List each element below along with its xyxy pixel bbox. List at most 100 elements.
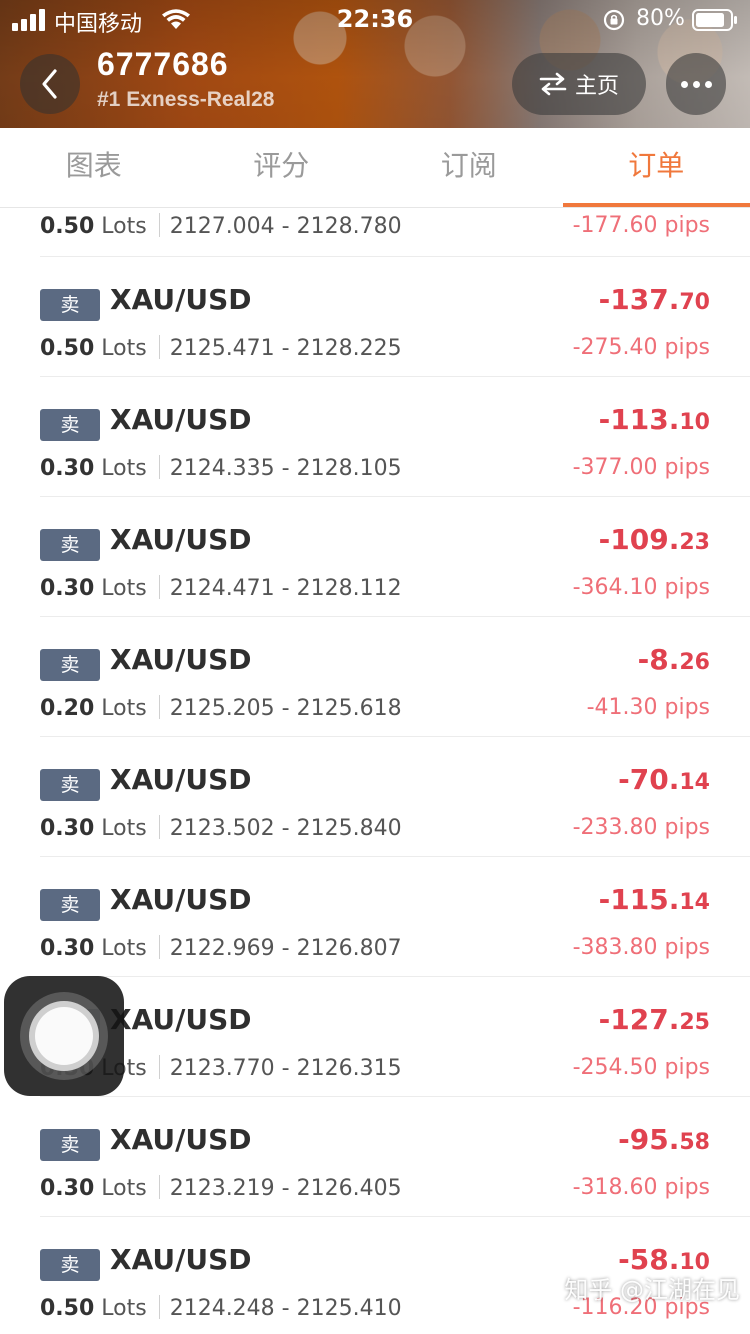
order-lots: 0.30 [40, 936, 95, 961]
sell-badge: 卖 [40, 889, 100, 921]
order-profit: -70.14 [618, 763, 710, 796]
order-lots-line: 0.50 Lots 2124.248 - 2125.410 [40, 1295, 402, 1321]
order-price-range: 2124.471 - 2128.112 [169, 576, 402, 601]
tab-subscribe[interactable]: 订阅 [375, 128, 563, 207]
order-price-range: 2123.502 - 2125.840 [169, 816, 402, 841]
order-pips: -177.60 pips [572, 213, 710, 238]
order-lots: 0.30 [40, 816, 95, 841]
divider [158, 1055, 160, 1079]
order-pips: -233.80 pips [572, 815, 710, 840]
order-lots-line: 0.50 Lots 2127.004 - 2128.780 [40, 213, 402, 239]
more-options-button[interactable] [666, 53, 726, 115]
tab-chart[interactable]: 图表 [0, 128, 188, 207]
order-symbol: XAU/USD [110, 283, 252, 316]
sell-badge: 卖 [40, 289, 100, 321]
order-lots-line: 0.30 Lots 2123.502 - 2125.840 [40, 815, 402, 841]
orders-list[interactable]: 0.50 Lots 2127.004 - 2128.780 -177.60 pip… [0, 209, 750, 1334]
order-lots-line: 0.20 Lots 2125.205 - 2125.618 [40, 695, 402, 721]
order-lots: 0.30 [40, 1176, 95, 1201]
order-pips: -318.60 pips [572, 1175, 710, 1200]
order-price-range: 2125.471 - 2128.225 [169, 336, 402, 361]
order-lots-line: 0.30 Lots 2124.471 - 2128.112 [40, 575, 402, 601]
order-profit: -113.10 [599, 403, 710, 436]
order-pips: -41.30 pips [586, 695, 710, 720]
order-lots-line: 0.30 Lots 2122.969 - 2126.807 [40, 935, 402, 961]
chevron-left-icon [42, 69, 57, 99]
battery-icon [692, 9, 737, 31]
nav-bar: 6777686 #1 Exness-Real28 主页 [0, 40, 750, 128]
home-switch-button[interactable]: 主页 [512, 53, 646, 115]
order-symbol: XAU/USD [110, 643, 252, 676]
order-profit: -137.70 [599, 283, 710, 316]
order-row[interactable]: 卖 XAU/USD -109.23 0.30 Lots 2124.471 - 2128.… [0, 497, 750, 617]
order-profit: -8.26 [638, 643, 710, 676]
order-symbol: XAU/USD [110, 883, 252, 916]
order-lots-line: 0.50 Lots 2125.471 - 2128.225 [40, 335, 402, 361]
swap-arrows-icon [539, 72, 567, 96]
assistive-touch-button[interactable] [4, 976, 124, 1096]
order-price-range: 2123.219 - 2126.405 [169, 1176, 402, 1201]
order-symbol: XAU/USD [110, 1243, 252, 1276]
order-profit-integer: -70. [618, 763, 680, 796]
sell-badge: 卖 [40, 409, 100, 441]
divider [158, 575, 160, 599]
divider [158, 213, 160, 237]
rotation-lock-icon [603, 9, 625, 31]
order-profit-integer: -137. [598, 283, 680, 316]
sell-badge: 卖 [40, 1249, 100, 1281]
order-profit-integer: -95. [618, 1123, 680, 1156]
divider [158, 935, 160, 959]
account-number: 6777686 [97, 46, 229, 82]
order-row[interactable]: 卖 XAU/USD -8.26 0.20 Lots 2125.205 - 2125.61… [0, 617, 750, 737]
divider [158, 815, 160, 839]
divider [158, 455, 160, 479]
home-button-label: 主页 [574, 74, 619, 99]
order-price-range: 2123.770 - 2126.315 [169, 1056, 402, 1081]
order-pips: -364.10 pips [572, 575, 710, 600]
divider [158, 1175, 160, 1199]
order-lots: 0.30 [40, 576, 95, 601]
order-lots-unit: Lots [101, 336, 147, 361]
order-row-partial[interactable]: 0.50 Lots 2127.004 - 2128.780 -177.60 pip… [0, 209, 750, 257]
order-lots: 0.30 [40, 456, 95, 481]
order-profit: -109.23 [599, 523, 710, 556]
back-button[interactable] [20, 54, 80, 114]
status-bar: 中国移动 22:36 80% [0, 0, 750, 40]
order-row[interactable]: 卖 XAU/USD -113.10 0.30 Lots 2124.335 - 2128.… [0, 377, 750, 497]
order-lots-line: 0.30 Lots 2124.335 - 2128.105 [40, 455, 402, 481]
order-lots-unit: Lots [101, 936, 147, 961]
order-lots-unit: Lots [101, 696, 147, 721]
order-lots-line: 0.30 Lots 2123.219 - 2126.405 [40, 1175, 402, 1201]
order-profit-integer: -115. [598, 883, 680, 916]
order-profit-integer: -113. [598, 403, 680, 436]
assistive-touch-icon [35, 1007, 93, 1065]
order-row[interactable]: 卖 XAU/USD -70.14 0.30 Lots 2123.502 - 2125.8… [0, 737, 750, 857]
order-profit-integer: -109. [598, 523, 680, 556]
order-profit-decimal: 70 [679, 290, 710, 315]
order-lots: 0.50 [40, 1296, 95, 1321]
order-profit-decimal: 25 [679, 1010, 710, 1035]
order-profit-decimal: 23 [679, 530, 710, 555]
order-lots-unit: Lots [101, 1296, 147, 1321]
order-row[interactable]: 卖 XAU/USD -115.14 0.30 Lots 2122.969 - 2126.… [0, 857, 750, 977]
order-profit-decimal: 58 [679, 1130, 710, 1155]
order-price-range: 2125.205 - 2125.618 [169, 696, 402, 721]
order-profit-decimal: 10 [679, 410, 710, 435]
order-price-range: 2122.969 - 2126.807 [169, 936, 402, 961]
tab-orders[interactable]: 订单 [562, 128, 750, 207]
order-profit: -127.25 [599, 1003, 710, 1036]
order-lots-unit: Lots [101, 816, 147, 841]
order-row[interactable]: 卖 XAU/USD -95.58 0.30 Lots 2123.219 - 2126.4… [0, 1097, 750, 1217]
order-profit-integer: -127. [598, 1003, 680, 1036]
order-profit-decimal: 14 [679, 770, 710, 795]
divider [158, 695, 160, 719]
tab-bar: 图表 评分 订阅 订单 [0, 128, 750, 208]
order-symbol: XAU/USD [110, 763, 252, 796]
order-lots: 0.50 [40, 336, 95, 361]
tab-rating[interactable]: 评分 [188, 128, 376, 207]
order-row[interactable]: 卖 XAU/USD -137.70 0.50 Lots 2125.471 - 2128.… [0, 257, 750, 377]
watermark: 知乎 @江湖在见 [564, 1276, 740, 1304]
order-lots: 0.50 [40, 214, 95, 239]
order-pips: -275.40 pips [572, 335, 710, 360]
order-pips: -254.50 pips [572, 1055, 710, 1080]
